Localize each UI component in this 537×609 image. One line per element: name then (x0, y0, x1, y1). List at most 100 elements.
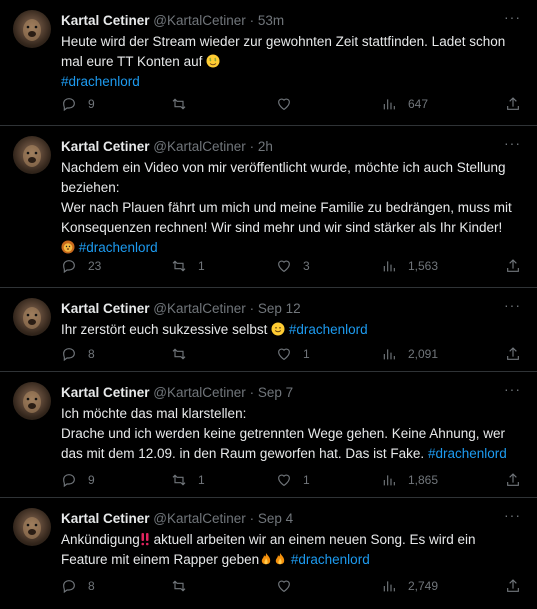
retweet-count: 1 (198, 473, 205, 487)
separator: · (249, 301, 255, 316)
fire-emoji-icon (261, 553, 271, 565)
view-count: 1,865 (408, 473, 439, 487)
tweet-header: Kartal Cetiner @KartalCetiner · 53m (61, 12, 525, 30)
tweet-text: Ihr zerstört euch sukzessive selbst #dra… (61, 320, 521, 340)
share-button[interactable] (505, 344, 521, 364)
retweet-icon (172, 98, 186, 110)
more-icon[interactable]: ··· (504, 382, 521, 396)
tweet[interactable]: Kartal Cetiner @KartalCetiner · Sep 12 ·… (0, 288, 537, 372)
like-button[interactable]: 1 (276, 470, 310, 490)
author-name[interactable]: Kartal Cetiner (61, 139, 150, 154)
author-handle[interactable]: @KartalCetiner (153, 385, 246, 400)
share-button[interactable] (505, 94, 521, 114)
reply-count: 9 (88, 473, 95, 487)
timestamp[interactable]: Sep 7 (258, 385, 293, 400)
tweet-line: Nachdem ein Video von mir veröffentlicht… (61, 160, 506, 175)
share-button[interactable] (505, 576, 521, 596)
share-icon (507, 579, 519, 592)
tweet-line: Ich möchte das mal klarstellen: (61, 406, 247, 421)
more-icon[interactable]: ··· (504, 298, 521, 312)
timestamp[interactable]: 53m (258, 13, 284, 28)
tweet-actions: 9 1 1 1,865 (61, 470, 521, 490)
avatar[interactable] (13, 382, 51, 420)
retweet-button[interactable] (171, 94, 198, 114)
like-icon (278, 260, 290, 273)
tweet-line: Drache und ich werden keine getrennten W… (61, 426, 506, 441)
author-name[interactable]: Kartal Cetiner (61, 301, 150, 316)
retweet-icon (172, 260, 186, 272)
like-icon (278, 474, 290, 487)
share-icon (507, 259, 519, 272)
hashtag-link[interactable]: #drachenlord (289, 322, 368, 337)
tweet-actions: 23 1 3 1,563 (61, 256, 521, 276)
views-button[interactable]: 647 (381, 94, 428, 114)
views-button[interactable]: 2,749 (381, 576, 438, 596)
share-icon (507, 473, 519, 486)
tweet-line: das mit dem 12.09. in den Raum geworfen … (61, 446, 425, 461)
avatar[interactable] (13, 298, 51, 336)
author-handle[interactable]: @KartalCetiner (153, 13, 246, 28)
author-handle[interactable]: @KartalCetiner (153, 139, 246, 154)
like-count: 1 (303, 473, 310, 487)
tweet[interactable]: Kartal Cetiner @KartalCetiner · 53m ··· … (0, 0, 537, 126)
slightly-smiling-face-emoji-icon (271, 322, 285, 336)
view-count: 2,749 (408, 579, 439, 593)
timestamp[interactable]: 2h (258, 139, 273, 154)
more-icon[interactable]: ··· (504, 508, 521, 522)
author-handle[interactable]: @KartalCetiner (153, 511, 246, 526)
retweet-icon (172, 580, 186, 592)
hashtag-link[interactable]: #drachenlord (61, 74, 140, 89)
like-count: 3 (303, 259, 310, 273)
like-button[interactable]: 1 (276, 344, 310, 364)
hashtag-link[interactable]: #drachenlord (79, 240, 158, 255)
tweet[interactable]: Kartal Cetiner @KartalCetiner · Sep 4 ··… (0, 498, 537, 609)
retweet-count: 1 (198, 259, 205, 273)
more-icon[interactable]: ··· (504, 10, 521, 24)
timestamp[interactable]: Sep 12 (258, 301, 301, 316)
retweet-button[interactable] (171, 344, 198, 364)
author-handle[interactable]: @KartalCetiner (153, 301, 246, 316)
separator: · (249, 511, 255, 526)
reply-count: 23 (88, 259, 102, 273)
avatar[interactable] (13, 10, 51, 48)
tweet[interactable]: Kartal Cetiner @KartalCetiner · Sep 7 ··… (0, 372, 537, 498)
author-name[interactable]: Kartal Cetiner (61, 13, 150, 28)
like-button[interactable]: 3 (276, 256, 310, 276)
views-button[interactable]: 1,865 (381, 470, 438, 490)
share-icon (507, 97, 519, 110)
separator: · (249, 385, 255, 400)
reply-button[interactable]: 23 (61, 256, 101, 276)
lion-emoji-icon (61, 240, 75, 254)
views-button[interactable]: 1,563 (381, 256, 438, 276)
avatar[interactable] (13, 136, 51, 174)
tweet-line: Ankündigung (61, 532, 140, 547)
author-name[interactable]: Kartal Cetiner (61, 385, 150, 400)
like-button[interactable] (276, 94, 303, 114)
reply-button[interactable]: 9 (61, 470, 95, 490)
tweet[interactable]: Kartal Cetiner @KartalCetiner · 2h ··· N… (0, 126, 537, 288)
reply-icon (63, 98, 75, 112)
retweet-button[interactable]: 1 (171, 256, 205, 276)
retweet-button[interactable]: 1 (171, 470, 205, 490)
hashtag-link[interactable]: #drachenlord (291, 552, 370, 567)
view-count: 647 (408, 97, 429, 111)
reply-icon (63, 348, 75, 362)
avatar[interactable] (13, 508, 51, 546)
tweet-header: Kartal Cetiner @KartalCetiner · Sep 12 (61, 300, 525, 318)
reply-icon (63, 260, 75, 274)
reply-button[interactable]: 9 (61, 94, 95, 114)
like-button[interactable] (276, 576, 303, 596)
author-name[interactable]: Kartal Cetiner (61, 511, 150, 526)
retweet-button[interactable] (171, 576, 198, 596)
more-icon[interactable]: ··· (504, 136, 521, 150)
reply-button[interactable]: 8 (61, 344, 95, 364)
like-icon (278, 98, 290, 111)
reply-button[interactable]: 8 (61, 576, 95, 596)
views-icon (383, 475, 395, 486)
separator: · (249, 139, 255, 154)
share-button[interactable] (505, 470, 521, 490)
timestamp[interactable]: Sep 4 (258, 511, 293, 526)
hashtag-link[interactable]: #drachenlord (428, 446, 507, 461)
share-button[interactable] (505, 256, 521, 276)
views-button[interactable]: 2,091 (381, 344, 438, 364)
